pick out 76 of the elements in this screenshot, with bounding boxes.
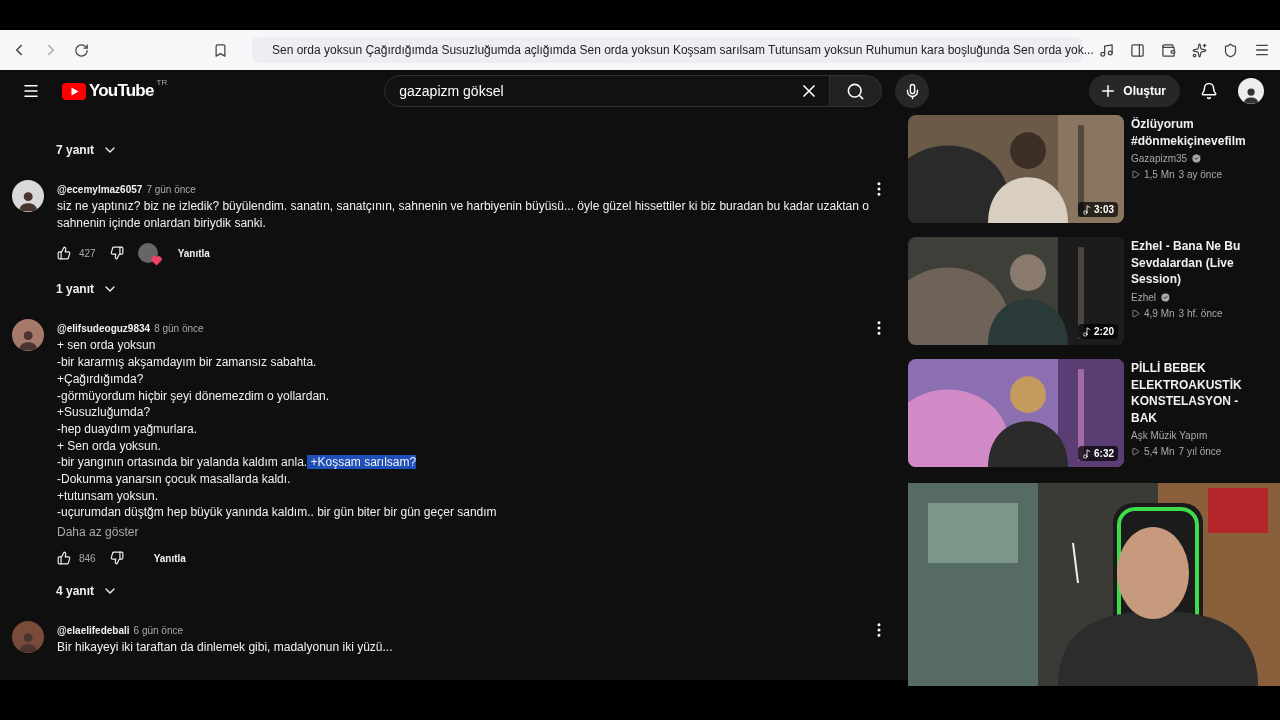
video-title[interactable]: Özlüyorum #dönmekiçinevefilm: [1131, 116, 1261, 150]
video-title[interactable]: PİLLİ BEBEK ELEKTROAKUSTİK KONSTELASYON - BAK: [1131, 360, 1261, 427]
channel-name[interactable]: Gazapizm35: [1131, 153, 1188, 165]
comment-time: 7 gün önce: [146, 183, 196, 195]
replies-toggle[interactable]: 7 yanıt: [56, 142, 118, 158]
comment-text: -Dokunma yanarsın çocuk masallarda kaldı.: [57, 471, 292, 488]
menu-icon[interactable]: [22, 82, 40, 100]
video-title[interactable]: Ezhel - Bana Ne Bu Sevdalardan (Live Session): [1131, 238, 1261, 288]
reply-button[interactable]: Yanıtla: [177, 247, 210, 259]
upload-age: 7 yıl önce: [1178, 446, 1222, 458]
notifications-icon[interactable]: [1200, 82, 1218, 100]
video-duration: 3:03: [1078, 202, 1118, 217]
comment-time: 8 gün önce: [154, 322, 204, 334]
user-avatar: [12, 621, 44, 654]
comment-text: +Çağırdığımda?: [57, 370, 145, 388]
reload-icon[interactable]: [74, 42, 89, 58]
comment-text: -hep duaydım yağmurlara.: [57, 420, 199, 438]
music-icon[interactable]: [1099, 42, 1114, 58]
comment-text: -uçurumdan düştğm hep büyük yanında kaldım.. bir gün biter bir gün geçer sandım: [57, 504, 498, 522]
comment-text: -görmüyordum hiçbir şeyi dönemezdim o yollardan.: [57, 387, 331, 405]
user-avatar: [12, 319, 44, 352]
comment-author[interactable]: @elifsudeoguz9834: [57, 322, 151, 334]
comment-author[interactable]: @ecemylmaz6057: [57, 183, 143, 195]
show-less-link[interactable]: Daha az göster: [57, 525, 139, 540]
mic-button[interactable]: [895, 74, 930, 108]
comment-text: +tutunsam yoksun.: [57, 487, 160, 505]
channel-name[interactable]: Ezhel: [1131, 291, 1156, 303]
upload-age: 3 ay önce: [1178, 169, 1222, 181]
like-icon[interactable]: [57, 551, 71, 566]
play-icon: [1131, 308, 1140, 318]
video-thumbnail[interactable]: 6:32: [908, 359, 1124, 467]
video-duration: 6:32: [1078, 446, 1118, 461]
comment-text: Bir hikayeyi iki taraftan da dinlemek gibi, madalyonun iki yüzü...: [57, 639, 394, 656]
upload-age: 3 hf. önce: [1178, 307, 1223, 319]
address-text: Sen orda yoksun Çağırdığımda Susuzluğumda açlığımda Sen orda yoksun Koşsam sarılsam Tutunsam yoksun Ruhumun kara boşluğunda Sen orda yok...: [272, 43, 1094, 57]
replies-toggle[interactable]: 4 yanıt: [56, 583, 118, 600]
shield-icon[interactable]: [1223, 42, 1238, 58]
video-duration: 2:20: [1078, 324, 1118, 339]
sparkle-icon[interactable]: [1192, 42, 1207, 58]
play-icon: [1131, 170, 1140, 180]
user-avatar: [12, 180, 44, 212]
dislike-icon[interactable]: [109, 246, 124, 261]
view-count: 4,9 Mn: [1144, 307, 1175, 319]
play-icon: [1131, 447, 1140, 457]
comment-text: -bir kararmış akşamdayım bir zamansız sabahta.: [57, 354, 318, 371]
channel-name[interactable]: Aşk Müzik Yapım: [1131, 430, 1208, 442]
like-count: 427: [79, 247, 96, 259]
replies-toggle[interactable]: 1 yanıt: [56, 281, 118, 298]
comment-author[interactable]: @elaelifedebali: [57, 624, 130, 636]
music-note-icon: [1082, 448, 1092, 459]
search-box[interactable]: gazapizm göksel: [384, 75, 831, 107]
view-count: 1,5 Mn: [1144, 169, 1175, 181]
search-button[interactable]: [830, 75, 883, 107]
music-note-icon: [1082, 326, 1092, 337]
search-field[interactable]: gazapizm göksel: [399, 77, 800, 105]
like-icon[interactable]: [57, 246, 71, 261]
comment-text: -bir yangının ortasında bir yalanda kaldım anla. +Koşsam sarılsam?: [57, 454, 418, 472]
comment-text: +Susuzluğumda?: [57, 404, 152, 421]
create-button[interactable]: Oluştur: [1089, 75, 1180, 107]
like-count: 846: [79, 552, 96, 564]
music-note-icon: [1082, 204, 1092, 215]
search-icon: [846, 81, 866, 101]
account-avatar[interactable]: [1238, 78, 1264, 104]
wallet-icon[interactable]: [1161, 42, 1176, 58]
comment-text: + Sen orda yoksun.: [57, 437, 162, 455]
dislike-icon[interactable]: [109, 551, 124, 566]
comment-time: 6 gün önce: [133, 624, 184, 636]
comment-text: + sen orda yoksun: [57, 337, 157, 355]
reply-button[interactable]: Yanıtla: [153, 552, 186, 564]
view-count: 5,4 Mn: [1144, 446, 1175, 458]
menu-icon[interactable]: [1254, 42, 1270, 58]
video-thumbnail[interactable]: 3:03: [908, 115, 1124, 223]
bookmark-icon[interactable]: [213, 42, 228, 58]
video-thumbnail[interactable]: 2:20: [908, 237, 1124, 345]
comment-text: siz ne yaptınız? biz ne izledik? büyülendim. sanatın, sanatçının, sahnenin ve harbiyenin büyüsü... öyle güzel hissettiler ki biz buradan bu kadar uzaktan o sahnenin içinde onlardan biriydik sanki.: [57, 198, 870, 232]
sidebar-icon[interactable]: [1130, 42, 1145, 58]
